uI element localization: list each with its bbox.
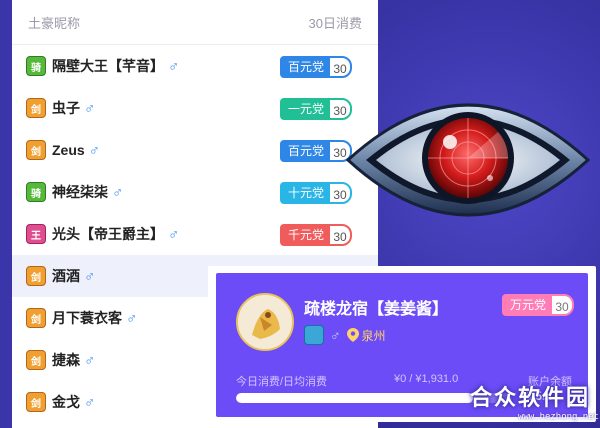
user-nickname[interactable]: 神经柒柒 (52, 182, 108, 202)
spend-tier-badge: 万元党 30 (502, 294, 575, 316)
male-icon: ♂ (330, 327, 341, 343)
daily-spend-label: 今日消费/日均消费 (236, 376, 328, 388)
orange-shield-level-icon: 剑 (26, 392, 46, 412)
pink-king-level-icon: 王 (26, 224, 46, 244)
user-nickname[interactable]: 隔壁大王【芊音】 (52, 56, 164, 76)
watermark-text: 合众软件园 (470, 385, 591, 410)
user-nickname[interactable]: 虫子 (52, 98, 80, 118)
spend-tier-badge: 百元党 30 (280, 56, 353, 78)
male-icon: ♂ (168, 57, 180, 75)
orange-shield-level-icon: 剑 (26, 140, 46, 160)
green-rider-level-icon: 骑 (26, 56, 46, 76)
progress-fill (236, 393, 474, 403)
badge-label: 万元党 (502, 294, 553, 316)
shield-level-icon (304, 325, 324, 345)
list-item[interactable]: 骑 神经柒柒 ♂ 十元党 30 (12, 171, 378, 213)
male-icon: ♂ (84, 393, 96, 411)
list-item[interactable]: 剑 虫子 ♂ 一元党 30 (12, 87, 378, 129)
user-nickname[interactable]: 光头【帝王爵主】 (52, 224, 164, 244)
user-nickname[interactable]: Zeus (52, 142, 85, 158)
profile-meta: ♂ 泉州 (304, 325, 386, 345)
location-pin-icon (346, 328, 359, 342)
male-icon: ♂ (84, 351, 96, 369)
radar-eye-icon (345, 103, 591, 217)
badge-label: 一元党 (280, 98, 331, 120)
male-icon: ♂ (168, 225, 180, 243)
badge-number: 30 (550, 294, 575, 316)
list-item[interactable]: 王 光头【帝王爵主】 ♂ 千元党 30 (12, 213, 378, 255)
badge-label: 千元党 (280, 224, 331, 246)
orange-shield-level-icon: 剑 (26, 266, 46, 286)
header-30day-spend-label: 30日消费 (308, 15, 362, 31)
male-icon: ♂ (126, 309, 138, 327)
watermark-url: www.hezhong.net (518, 412, 600, 422)
badge-number: 30 (328, 56, 353, 78)
male-icon: ♂ (84, 99, 96, 117)
profile-nickname: 疏楼龙宿【姜姜酱】 (304, 301, 449, 318)
avatar-image-icon (238, 295, 292, 349)
male-icon: ♂ (112, 183, 124, 201)
user-nickname[interactable]: 金戈 (52, 392, 80, 412)
user-nickname[interactable]: 捷森 (52, 350, 80, 370)
male-icon: ♂ (88, 141, 100, 159)
user-nickname[interactable]: 酒酒 (52, 266, 80, 286)
badge-label: 十元党 (280, 182, 331, 204)
badge-label: 百元党 (280, 140, 331, 162)
city-label: 泉州 (361, 328, 386, 343)
green-rider-level-icon: 骑 (26, 182, 46, 202)
badge-label: 百元党 (280, 56, 331, 78)
daily-spend-value: ¥0 / ¥1,931.0 (394, 373, 459, 385)
orange-shield-level-icon: 剑 (26, 98, 46, 118)
list-header: 土豪昵称 30日消费 (12, 0, 378, 45)
list-item[interactable]: 剑 Zeus ♂ 百元党 30 (12, 129, 378, 171)
user-nickname[interactable]: 月下蓑衣客 (52, 308, 122, 328)
avatar[interactable] (236, 293, 294, 351)
orange-shield-level-icon: 剑 (26, 350, 46, 370)
male-icon: ♂ (84, 267, 96, 285)
orange-shield-level-icon: 剑 (26, 308, 46, 328)
list-item[interactable]: 骑 隔壁大王【芊音】 ♂ 百元党 30 (12, 45, 378, 87)
header-nickname-label: 土豪昵称 (28, 15, 81, 31)
